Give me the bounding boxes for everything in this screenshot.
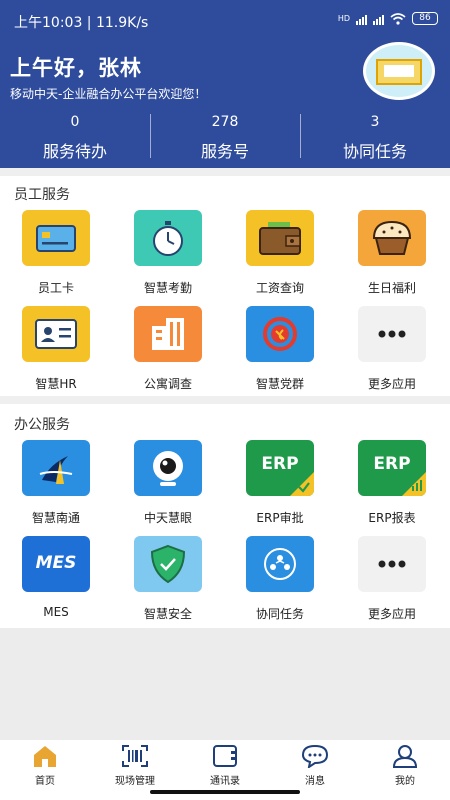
stat-label: 服务号 bbox=[200, 142, 249, 161]
party-emblem-icon bbox=[246, 306, 314, 362]
app-smart-party[interactable]: 智慧党群 bbox=[224, 306, 336, 392]
contacts-icon bbox=[211, 744, 239, 768]
tab-label: 首页 bbox=[35, 776, 55, 787]
tab-label: 我的 bbox=[395, 776, 415, 787]
cupcake-icon bbox=[358, 210, 426, 266]
camera-eye-icon bbox=[134, 440, 202, 496]
app-zhongtian-eye[interactable]: 中天慧眼 bbox=[112, 440, 224, 526]
stat-service-todo[interactable]: 0 服务待办 bbox=[0, 108, 150, 164]
erp-report-icon: ERP bbox=[358, 440, 426, 496]
status-time: 上午10:03 | 11.9K/s bbox=[14, 15, 149, 31]
mes-icon: MES bbox=[22, 536, 90, 592]
app-label: 中天慧眼 bbox=[143, 511, 192, 525]
home-indicator[interactable] bbox=[150, 790, 300, 794]
divider bbox=[0, 396, 450, 404]
app-label: 工资查询 bbox=[255, 281, 304, 295]
app-mes[interactable]: MES MES bbox=[0, 536, 112, 619]
tab-label: 通讯录 bbox=[210, 776, 240, 787]
app-birthday-benefit[interactable]: 生日福利 bbox=[336, 210, 448, 296]
office-services-section: 办公服务 智慧南通 中天慧眼 ERP ERP审批 ERP ERP报表 MES M… bbox=[0, 404, 450, 628]
shield-icon bbox=[134, 536, 202, 592]
app-label: 智慧安全 bbox=[143, 607, 192, 621]
wallet-icon bbox=[246, 210, 314, 266]
app-collab-task[interactable]: 协同任务 bbox=[224, 536, 336, 622]
stat-label: 服务待办 bbox=[42, 142, 107, 161]
message-icon bbox=[301, 744, 329, 770]
app-smart-attendance[interactable]: 智慧考勤 bbox=[112, 210, 224, 296]
employee-services-section: 员工服务 员工卡 智慧考勤 工资查询 生日福利 智慧HR 公寓调查 智慧党群 更… bbox=[0, 176, 450, 396]
app-smart-safety[interactable]: 智慧安全 bbox=[112, 536, 224, 622]
person-card-icon bbox=[22, 306, 90, 362]
app-label: ERP报表 bbox=[368, 511, 416, 525]
team-task-icon bbox=[246, 536, 314, 592]
stat-service-number[interactable]: 278 服务号 bbox=[150, 108, 300, 164]
avatar-image-inner bbox=[384, 65, 414, 77]
section-title: 员工服务 bbox=[14, 187, 70, 203]
app-label: 智慧党群 bbox=[255, 377, 304, 391]
app-label: 智慧HR bbox=[35, 377, 77, 391]
app-apartment-survey[interactable]: 公寓调查 bbox=[112, 306, 224, 392]
erp-approve-icon: ERP bbox=[246, 440, 314, 496]
stat-collab-task[interactable]: 3 协同任务 bbox=[300, 108, 450, 164]
app-label: 更多应用 bbox=[367, 377, 416, 391]
avatar[interactable] bbox=[363, 42, 435, 100]
stats-row: 0 服务待办 278 服务号 3 协同任务 bbox=[0, 108, 450, 164]
home-icon bbox=[31, 744, 59, 768]
app-label: 协同任务 bbox=[255, 607, 304, 621]
mes-tile-text: MES bbox=[35, 553, 77, 573]
divider bbox=[0, 168, 450, 176]
welcome-subtitle: 移动中天-企业融合办公平台欢迎您！ bbox=[10, 87, 207, 101]
app-erp-approval[interactable]: ERP ERP审批 bbox=[224, 440, 336, 526]
section-title: 办公服务 bbox=[14, 417, 70, 433]
stat-value: 3 bbox=[370, 114, 380, 130]
app-label: 员工卡 bbox=[37, 281, 74, 295]
hd-icon: HD bbox=[337, 14, 350, 23]
app-label: 生日福利 bbox=[367, 281, 416, 295]
app-smart-hr[interactable]: 智慧HR bbox=[0, 306, 112, 392]
app-label: 公寓调查 bbox=[143, 377, 192, 391]
battery-icon: 86 bbox=[412, 12, 438, 25]
tab-home[interactable]: 首页 bbox=[0, 740, 90, 800]
status-bar: 上午10:03 | 11.9K/s HD 86 bbox=[0, 0, 450, 40]
app-more-office[interactable]: 更多应用 bbox=[336, 536, 448, 622]
greeting-text: 上午好，张林 bbox=[10, 56, 142, 80]
more-icon bbox=[358, 536, 426, 592]
id-card-icon bbox=[22, 210, 90, 266]
app-label: MES bbox=[43, 605, 69, 619]
header-banner: 上午10:03 | 11.9K/s HD 86 上午好，张林 移动中天-企业融合… bbox=[0, 0, 450, 168]
tab-profile[interactable]: 我的 bbox=[360, 740, 450, 800]
app-label: 更多应用 bbox=[367, 607, 416, 621]
stat-value: 0 bbox=[70, 114, 80, 130]
scan-icon bbox=[121, 744, 149, 768]
app-label: ERP审批 bbox=[256, 511, 304, 525]
profile-icon bbox=[391, 744, 419, 768]
app-more-employee[interactable]: 更多应用 bbox=[336, 306, 448, 392]
more-icon bbox=[358, 306, 426, 362]
tab-label: 现场管理 bbox=[115, 776, 155, 787]
app-erp-report[interactable]: ERP ERP报表 bbox=[336, 440, 448, 526]
app-label: 智慧考勤 bbox=[143, 281, 192, 295]
building-icon bbox=[134, 306, 202, 362]
signal-icon bbox=[356, 13, 367, 25]
status-icons: HD 86 bbox=[338, 12, 438, 25]
stopwatch-icon bbox=[134, 210, 202, 266]
app-employee-card[interactable]: 员工卡 bbox=[0, 210, 112, 296]
app-salary-query[interactable]: 工资查询 bbox=[224, 210, 336, 296]
stat-label: 协同任务 bbox=[342, 142, 407, 161]
app-smart-nantong[interactable]: 智慧南通 bbox=[0, 440, 112, 526]
nantong-logo-icon bbox=[22, 440, 90, 496]
tab-label: 消息 bbox=[305, 776, 325, 787]
app-label: 智慧南通 bbox=[31, 511, 80, 525]
stat-value: 278 bbox=[211, 114, 239, 130]
empty-area bbox=[0, 628, 450, 740]
wifi-icon bbox=[390, 12, 406, 25]
signal-icon-2 bbox=[373, 13, 384, 25]
